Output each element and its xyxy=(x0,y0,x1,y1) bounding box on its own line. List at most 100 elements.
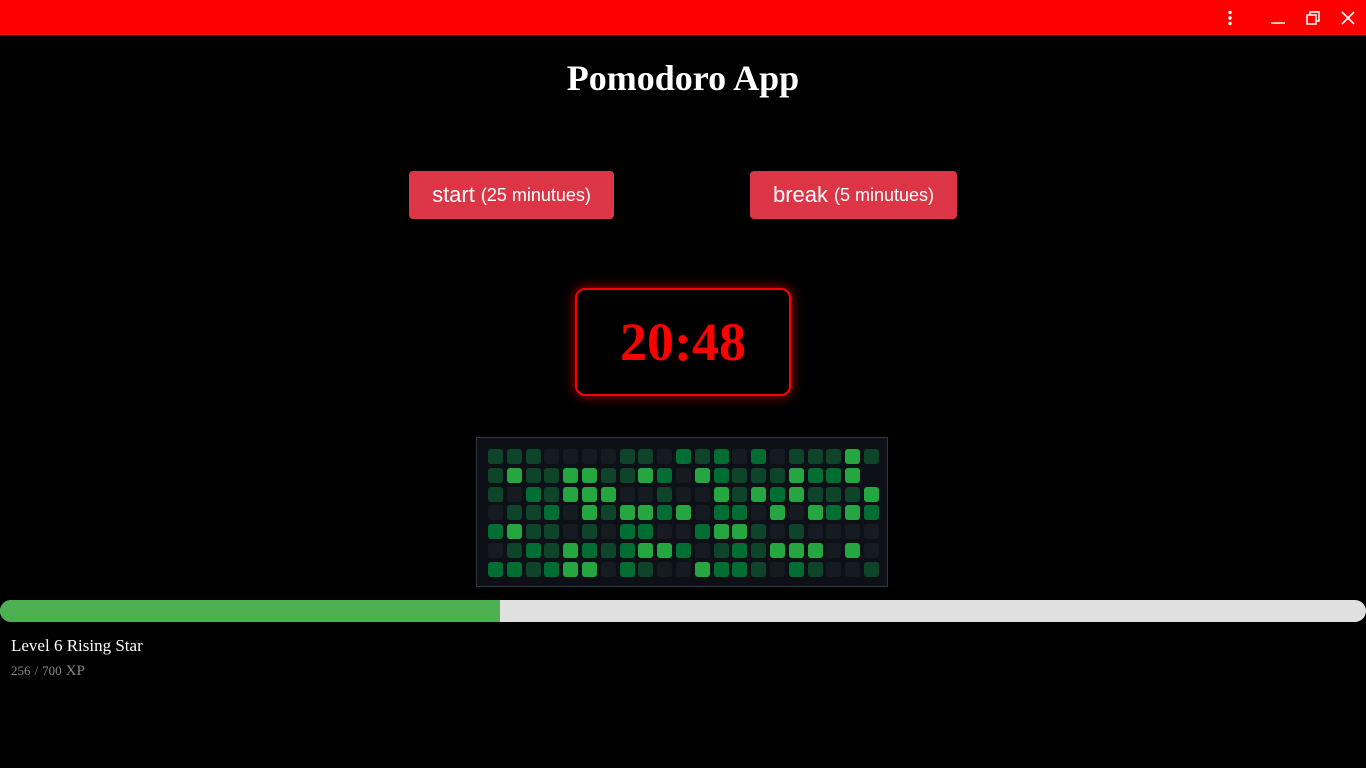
heatmap-cell xyxy=(544,543,560,558)
heatmap-cell xyxy=(676,486,691,502)
heatmap-cell xyxy=(488,561,503,577)
heatmap-cell xyxy=(488,467,503,483)
heatmap-cell xyxy=(563,524,579,540)
heatmap-cell xyxy=(506,486,522,502)
heatmap-cell xyxy=(694,524,710,540)
heatmap-cell xyxy=(619,524,635,540)
heatmap-cell xyxy=(826,561,842,577)
heatmap-cell xyxy=(713,467,729,483)
heatmap-cell xyxy=(506,561,522,577)
heatmap-cell xyxy=(600,486,616,502)
heatmap-cell xyxy=(657,505,673,521)
heatmap-cell xyxy=(488,505,503,521)
heatmap-cell xyxy=(638,543,654,558)
xp-current: 256 xyxy=(11,663,31,678)
heatmap-cell xyxy=(600,467,616,483)
heatmap-cell xyxy=(751,561,767,577)
heatmap-cell xyxy=(638,486,654,502)
heatmap-cell xyxy=(788,486,804,502)
heatmap-cell xyxy=(563,467,579,483)
heatmap-cell xyxy=(788,561,804,577)
heatmap-cell xyxy=(619,561,635,577)
xp-readout: 256 / 700 XP xyxy=(11,662,85,680)
start-button[interactable]: start (25 minutues) xyxy=(409,171,614,219)
heatmap-cell xyxy=(638,449,654,464)
break-button[interactable]: break (5 minutues) xyxy=(750,171,957,219)
heatmap-cell xyxy=(676,449,691,464)
heatmap-cell xyxy=(488,543,503,558)
heatmap-cell xyxy=(864,524,879,540)
heatmap-cell xyxy=(600,505,616,521)
xp-separator: / xyxy=(34,663,39,678)
restore-icon[interactable] xyxy=(1296,0,1330,35)
heatmap-cell xyxy=(864,543,879,558)
heatmap-cell xyxy=(676,524,691,540)
heatmap-cell xyxy=(845,524,861,540)
heatmap-cell xyxy=(751,467,767,483)
heatmap-cell xyxy=(506,524,522,540)
heatmap-cell xyxy=(619,505,635,521)
xp-max: 700 xyxy=(42,663,62,678)
heatmap-cell xyxy=(732,543,748,558)
heatmap-cell xyxy=(657,467,673,483)
heatmap-cell xyxy=(525,524,541,540)
heatmap-cell xyxy=(619,449,635,464)
heatmap-cell xyxy=(544,524,560,540)
heatmap-cell xyxy=(525,486,541,502)
heatmap-cell xyxy=(807,543,823,558)
heatmap-cell xyxy=(582,486,597,502)
heatmap-cell xyxy=(544,486,560,502)
heatmap-cell xyxy=(525,543,541,558)
heatmap-cell xyxy=(864,561,879,577)
timer-value: 20:48 xyxy=(620,312,746,372)
heatmap-cell xyxy=(488,524,503,540)
start-button-label: start xyxy=(432,182,475,207)
close-icon[interactable] xyxy=(1331,0,1365,35)
heatmap-cell xyxy=(732,561,748,577)
heatmap-cell xyxy=(788,467,804,483)
heatmap-cell xyxy=(788,543,804,558)
heatmap-cell xyxy=(826,543,842,558)
heatmap-cell xyxy=(488,449,503,464)
heatmap-cell xyxy=(676,543,691,558)
heatmap-cell xyxy=(544,449,560,464)
minimize-icon[interactable] xyxy=(1261,0,1295,35)
heatmap-cell xyxy=(770,561,785,577)
heatmap-cell xyxy=(544,505,560,521)
heatmap-cell xyxy=(732,524,748,540)
heatmap-cell xyxy=(826,486,842,502)
heatmap-cell xyxy=(657,524,673,540)
heatmap-cell xyxy=(563,543,579,558)
heatmap-cell xyxy=(563,486,579,502)
heatmap-cell xyxy=(488,486,503,502)
heatmap-cell xyxy=(770,486,785,502)
heatmap-cell xyxy=(506,467,522,483)
timer-display: 20:48 xyxy=(575,288,791,396)
heatmap-cell xyxy=(582,524,597,540)
heatmap-cell xyxy=(713,486,729,502)
heatmap-cell xyxy=(770,543,785,558)
heatmap-cell xyxy=(619,543,635,558)
heatmap-cell xyxy=(770,467,785,483)
heatmap-cell xyxy=(657,449,673,464)
heatmap-cell xyxy=(582,467,597,483)
heatmap-cell xyxy=(694,486,710,502)
heatmap-cell xyxy=(845,449,861,464)
window-titlebar xyxy=(0,0,1366,35)
heatmap-cell xyxy=(525,505,541,521)
start-button-duration: (25 minutues) xyxy=(480,184,591,205)
heatmap-cell xyxy=(582,543,597,558)
heatmap-cell xyxy=(713,561,729,577)
heatmap-cell xyxy=(807,505,823,521)
page-title: Pomodoro App xyxy=(566,58,800,98)
heatmap-cell xyxy=(582,561,597,577)
more-vert-icon[interactable] xyxy=(1213,0,1247,35)
heatmap-cell xyxy=(713,449,729,464)
heatmap-cell xyxy=(845,561,861,577)
heatmap-cell xyxy=(694,467,710,483)
heatmap-cell xyxy=(638,505,654,521)
xp-unit: XP xyxy=(65,663,85,679)
heatmap-cell xyxy=(676,561,691,577)
heatmap-cell xyxy=(657,543,673,558)
xp-progress-bar xyxy=(0,600,1366,622)
